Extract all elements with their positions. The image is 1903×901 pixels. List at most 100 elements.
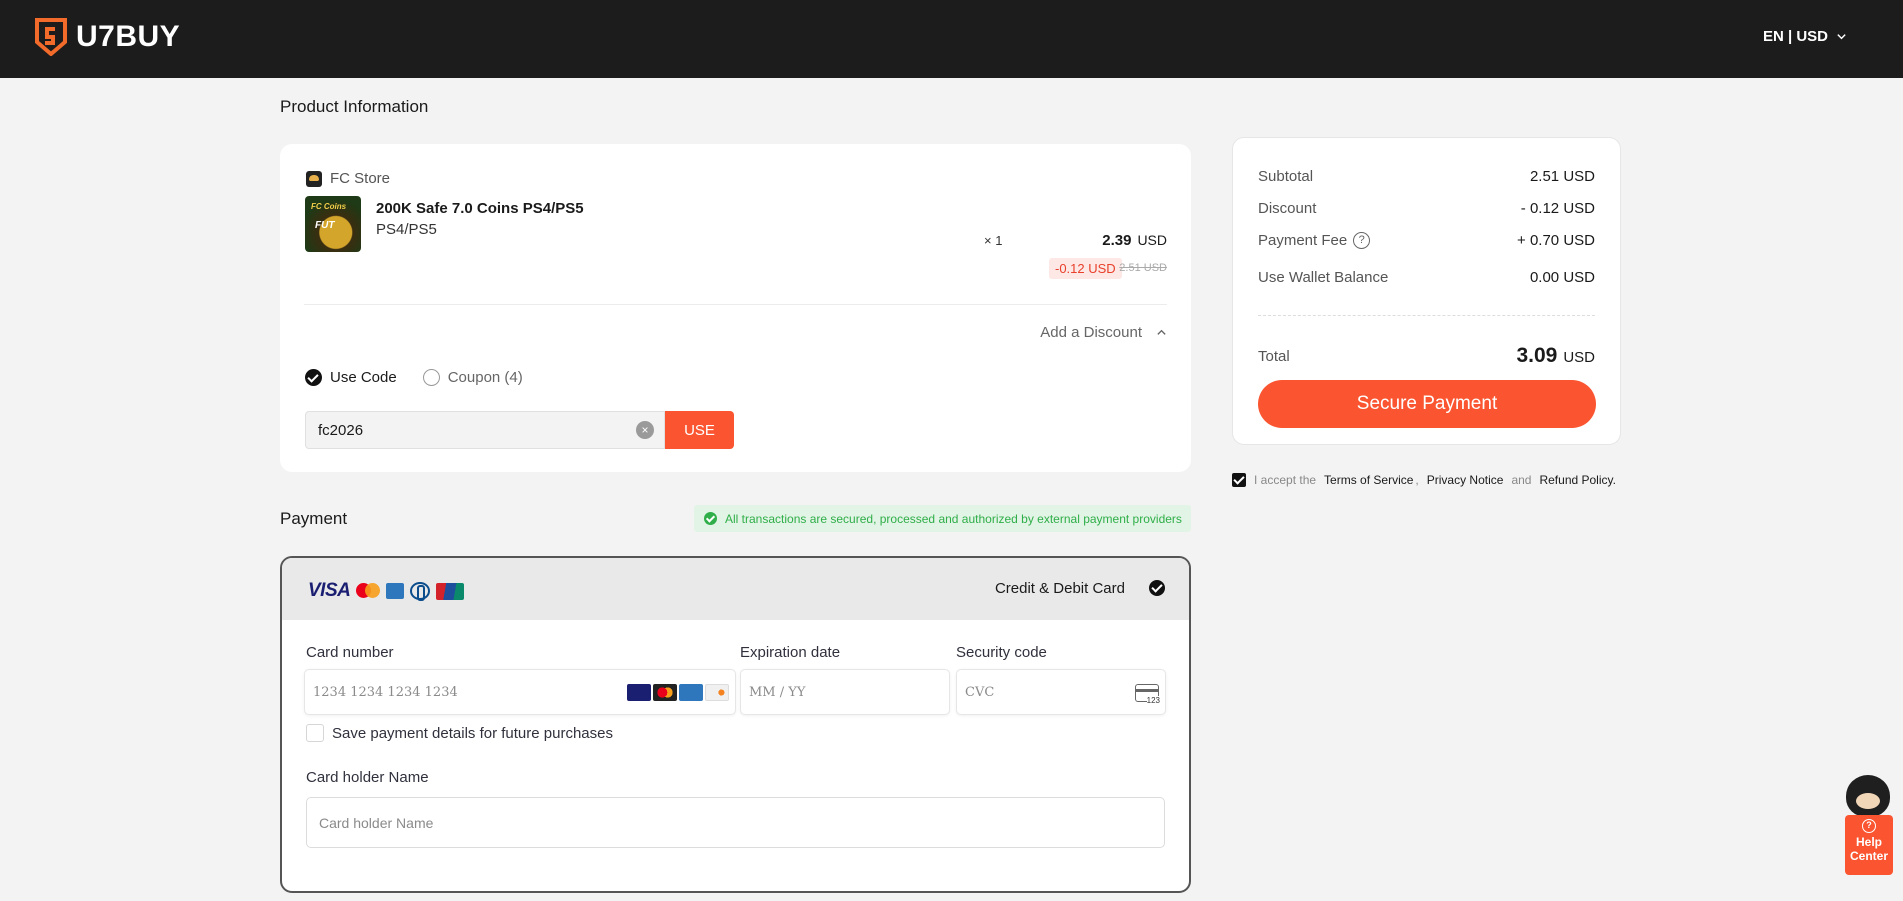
visa-icon: VISA bbox=[308, 580, 351, 601]
original-price: 2.51 USD bbox=[1119, 262, 1167, 274]
store-name[interactable]: FC Store bbox=[306, 170, 390, 187]
refund-policy-link[interactable]: Refund Policy. bbox=[1539, 473, 1615, 487]
card-payment-method: VISA Credit & Debit Card Card number 123… bbox=[280, 556, 1191, 893]
unionpay-icon bbox=[436, 582, 465, 600]
product-quantity: × 1 bbox=[984, 233, 1003, 248]
discount-code-input[interactable]: fc2026 bbox=[305, 411, 665, 449]
product-thumbnail[interactable]: FC Coins FUT bbox=[305, 196, 361, 252]
payment-method-title: Credit & Debit Card bbox=[994, 580, 1125, 597]
question-circle-icon[interactable]: ? bbox=[1353, 232, 1371, 249]
logo-shield-icon bbox=[35, 18, 67, 56]
summary-label: Use Wallet Balance bbox=[1258, 269, 1389, 286]
summary-label: Subtotal bbox=[1258, 168, 1314, 185]
accepted-cards-icons bbox=[627, 684, 729, 701]
add-discount-toggle[interactable]: Add a Discount bbox=[1040, 324, 1167, 341]
security-code-placeholder: CVC bbox=[965, 684, 995, 700]
terms-of-service-link[interactable]: Terms of Service bbox=[1324, 473, 1413, 487]
security-code-label: Security code bbox=[956, 644, 1047, 661]
total-value: 3.09 USD bbox=[1516, 344, 1595, 368]
card-holder-label: Card holder Name bbox=[306, 769, 429, 786]
help-center-widget[interactable]: ? Help Center bbox=[1843, 775, 1893, 877]
secure-payment-button[interactable]: Secure Payment bbox=[1258, 380, 1596, 428]
clear-input-icon[interactable]: × bbox=[636, 421, 654, 439]
payment-fee-label-group: Payment Fee ? bbox=[1258, 232, 1371, 249]
product-section-title: Product Information bbox=[280, 97, 429, 116]
amex-mini-icon bbox=[679, 684, 703, 701]
diners-club-icon bbox=[410, 582, 431, 601]
thumbnail-label: FC Coins bbox=[311, 202, 347, 211]
discount-option-group: Use Code Coupon (4) bbox=[305, 369, 523, 386]
visa-mini-icon bbox=[627, 684, 651, 701]
terms-separator: , bbox=[1415, 473, 1419, 487]
mascot-cat-icon bbox=[1846, 775, 1890, 817]
product-card: FC Store FC Coins FUT 200K Safe 7.0 Coin… bbox=[280, 144, 1191, 472]
summary-divider bbox=[1258, 315, 1595, 316]
card-holder-placeholder: Card holder Name bbox=[319, 814, 434, 831]
store-icon bbox=[306, 170, 322, 187]
save-payment-option[interactable]: Save payment details for future purchase… bbox=[306, 724, 613, 742]
summary-value: + 0.70 USD bbox=[1517, 232, 1595, 249]
card-holder-input[interactable]: Card holder Name bbox=[306, 797, 1165, 848]
total-currency: USD bbox=[1563, 349, 1595, 366]
summary-row-subtotal: Subtotal 2.51 USD bbox=[1258, 168, 1595, 185]
chevron-down-icon bbox=[1837, 34, 1846, 40]
use-code-button[interactable]: USE bbox=[665, 411, 734, 449]
mastercard-icon bbox=[356, 583, 381, 599]
summary-value: 0.00 USD bbox=[1529, 269, 1595, 286]
cvc-card-icon bbox=[1135, 684, 1160, 705]
radio-unchecked-icon bbox=[422, 369, 440, 386]
expiration-label: Expiration date bbox=[740, 644, 841, 661]
top-navigation-bar: U7BUY EN | USD bbox=[0, 0, 1903, 78]
add-discount-label: Add a Discount bbox=[1040, 324, 1142, 341]
expiration-input[interactable]: MM / YY bbox=[740, 669, 950, 715]
payment-method-header[interactable]: VISA Credit & Debit Card bbox=[282, 558, 1189, 620]
help-center-button[interactable]: ? Help Center bbox=[1845, 815, 1893, 875]
summary-label: Payment Fee bbox=[1258, 232, 1348, 249]
mastercard-mini-icon bbox=[653, 684, 677, 701]
discover-mini-icon bbox=[705, 684, 729, 701]
terms-checkbox[interactable] bbox=[1232, 473, 1246, 487]
divider bbox=[304, 304, 1167, 305]
card-number-placeholder: 1234 1234 1234 1234 bbox=[313, 684, 458, 700]
card-brand-logos: VISA bbox=[308, 580, 465, 602]
price-value: 2.39 bbox=[1102, 232, 1132, 249]
product-price: 2.39 USD bbox=[1102, 232, 1167, 249]
coupon-label: Coupon (4) bbox=[447, 369, 523, 386]
coupon-option[interactable]: Coupon (4) bbox=[422, 369, 523, 386]
summary-value: - 0.12 USD bbox=[1520, 200, 1595, 217]
radio-checked-icon bbox=[305, 369, 322, 386]
save-payment-checkbox[interactable] bbox=[306, 724, 324, 742]
language-currency-selector[interactable]: EN | USD bbox=[1763, 28, 1847, 45]
secure-transactions-notice: All transactions are secured, processed … bbox=[694, 505, 1191, 532]
expiration-placeholder: MM / YY bbox=[749, 684, 806, 700]
selected-check-icon bbox=[1149, 580, 1165, 596]
order-summary: Subtotal 2.51 USD Discount - 0.12 USD Pa… bbox=[1232, 137, 1621, 445]
product-name: 200K Safe 7.0 Coins PS4/PS5 bbox=[376, 200, 584, 217]
price-currency: USD bbox=[1137, 232, 1167, 248]
discount-badge: -0.12 USD bbox=[1049, 258, 1122, 279]
payment-section-title: Payment bbox=[280, 509, 348, 528]
terms-acceptance: I accept the Terms of Service , Privacy … bbox=[1232, 473, 1616, 487]
terms-prefix: I accept the bbox=[1254, 473, 1317, 487]
use-code-option[interactable]: Use Code bbox=[305, 369, 397, 386]
summary-value: 2.51 USD bbox=[1529, 168, 1595, 185]
security-code-input[interactable]: CVC bbox=[956, 669, 1166, 715]
store-label: FC Store bbox=[330, 170, 391, 187]
summary-row-total: Total 3.09 USD bbox=[1258, 344, 1595, 368]
use-code-label: Use Code bbox=[330, 369, 397, 386]
summary-row-payment-fee: Payment Fee ? + 0.70 USD bbox=[1258, 232, 1595, 249]
chevron-up-icon bbox=[1157, 329, 1166, 335]
card-number-input[interactable]: 1234 1234 1234 1234 bbox=[304, 669, 736, 715]
thumbnail-badge: FUT bbox=[315, 220, 335, 231]
product-platform: PS4/PS5 bbox=[376, 221, 437, 238]
summary-row-discount: Discount - 0.12 USD bbox=[1258, 200, 1595, 217]
secure-notice-text: All transactions are secured, processed … bbox=[725, 511, 1182, 526]
site-logo[interactable]: U7BUY bbox=[34, 18, 180, 56]
total-amount: 3.09 bbox=[1516, 344, 1558, 367]
card-number-label: Card number bbox=[306, 644, 394, 661]
shield-check-icon bbox=[704, 512, 717, 525]
logo-text: U7BUY bbox=[76, 20, 181, 53]
help-question-icon: ? bbox=[1862, 819, 1876, 833]
locale-label: EN | USD bbox=[1762, 28, 1828, 45]
privacy-notice-link[interactable]: Privacy Notice bbox=[1427, 473, 1504, 487]
